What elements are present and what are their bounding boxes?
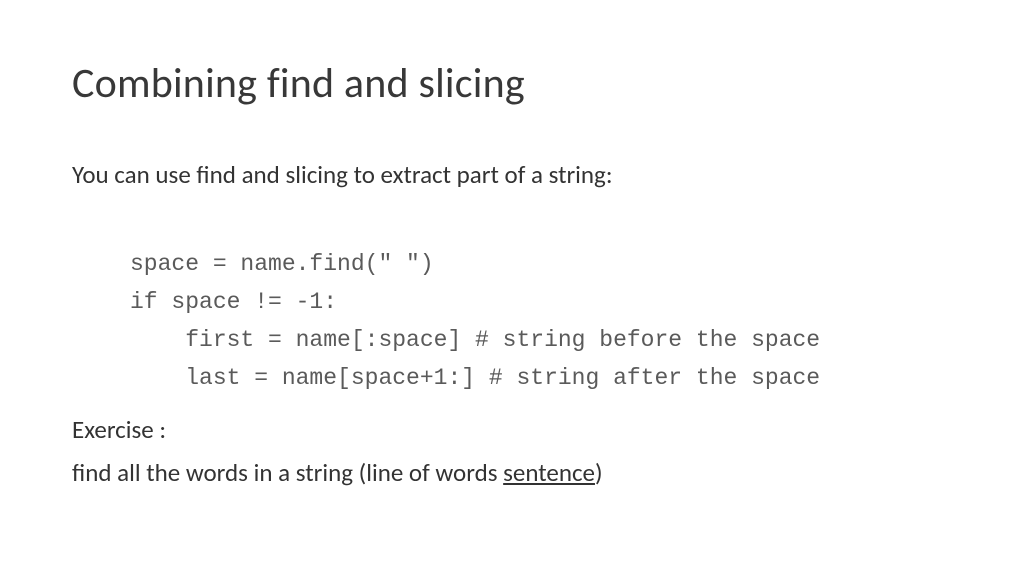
exercise-label: Exercise : (72, 414, 952, 445)
code-line-3: first = name[:space] # string before the… (130, 327, 820, 353)
exercise-prefix: find all the words in a string (line of … (72, 457, 503, 488)
code-line-4: last = name[space+1:] # string after the… (130, 365, 820, 391)
slide-title: Combining find and slicing (72, 58, 952, 109)
code-line-2: if space != -1: (130, 289, 337, 315)
intro-text: You can use find and slicing to extract … (72, 159, 952, 190)
exercise-underlined: sentence (503, 457, 595, 488)
code-block: space = name.find(" ") if space != -1: f… (130, 208, 952, 398)
exercise-text: find all the words in a string (line of … (72, 457, 952, 488)
exercise-suffix: ) (595, 457, 603, 488)
code-line-1: space = name.find(" ") (130, 251, 434, 277)
